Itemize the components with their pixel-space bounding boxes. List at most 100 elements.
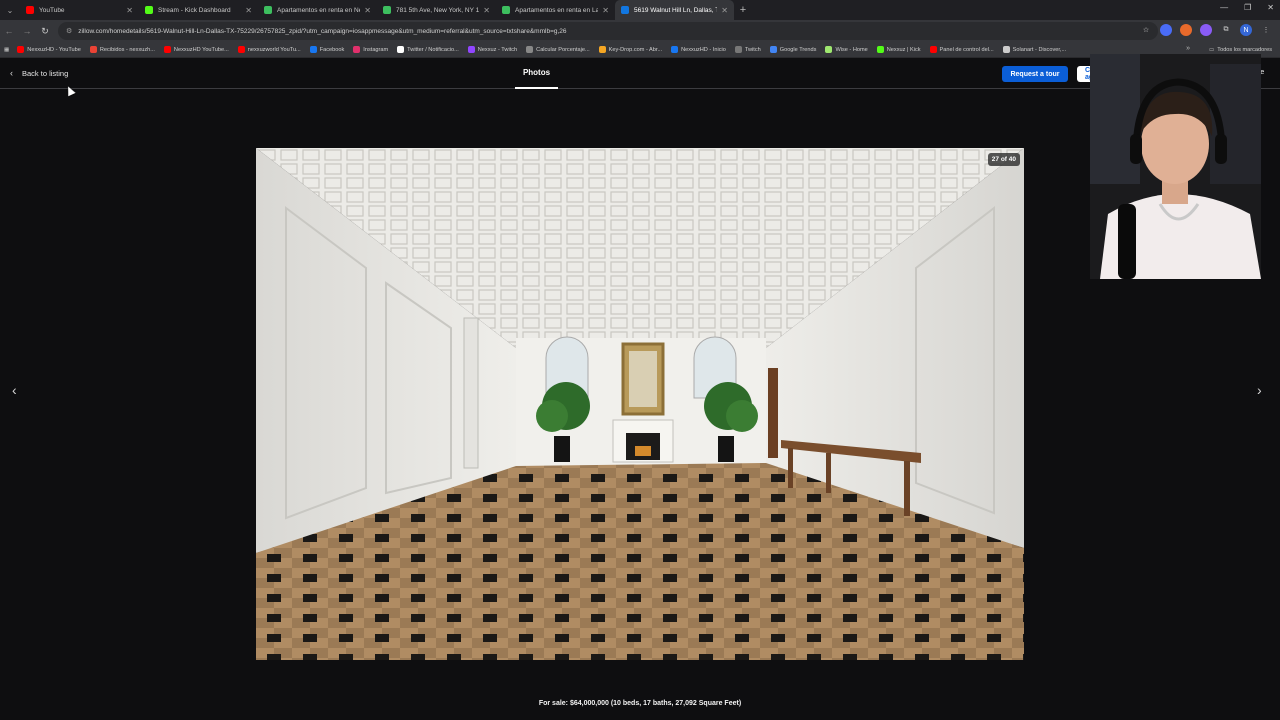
bookmark-label: NexxuzHD - YouTube <box>27 46 81 53</box>
close-tab-icon[interactable]: ✕ <box>602 6 609 15</box>
extension-icon[interactable] <box>1180 24 1192 36</box>
browser-tab[interactable]: YouTube ✕ <box>20 0 139 20</box>
more-bookmarks-icon[interactable]: » <box>1186 45 1190 52</box>
bookmark-item[interactable]: NexxuzHD - Inicio <box>671 46 726 53</box>
address-bar[interactable]: ⚙ zillow.com/homedetails/5619-Walnut-Hil… <box>58 22 1158 40</box>
bookmark-favicon-icon <box>769 46 777 53</box>
menu-icon[interactable]: ⋮ <box>1260 24 1272 36</box>
bookmark-favicon-icon <box>734 46 742 53</box>
bookmark-favicon-icon <box>876 46 884 53</box>
bookmark-item[interactable]: NexxuzHD YouTube... <box>163 46 229 53</box>
next-photo-icon[interactable]: › <box>1257 382 1262 398</box>
browser-tab[interactable]: 5619 Walnut Hill Ln, Dallas, TX ✕ <box>615 0 734 20</box>
streamer-webcam <box>1090 54 1261 279</box>
apps-icon[interactable]: ▦ <box>4 47 9 53</box>
url-text: zillow.com/homedetails/5619-Walnut-Hill-… <box>78 27 567 35</box>
close-tab-icon[interactable]: ✕ <box>483 6 490 15</box>
new-tab-icon[interactable]: + <box>734 4 752 16</box>
bookmark-favicon-icon <box>17 46 25 53</box>
bookmark-favicon-icon <box>309 46 317 53</box>
browser-tab[interactable]: 781 5th Ave, New York, NY 100 ✕ <box>377 0 496 20</box>
bookmark-item[interactable]: Google Trends <box>769 46 816 53</box>
tab-title: Apartamentos en renta en New <box>277 6 361 14</box>
tab-favicon-icon <box>26 6 34 14</box>
bookmark-item[interactable]: Panel de control del... <box>929 46 994 53</box>
tab-favicon-icon <box>502 6 510 14</box>
tab-title: Apartamentos en renta en Las <box>515 6 599 14</box>
bookmark-item[interactable]: Solanart - Discover,... <box>1002 46 1066 53</box>
previous-photo-icon[interactable]: ‹ <box>12 382 17 398</box>
reload-icon[interactable]: ↻ <box>36 26 54 37</box>
bookmark-item[interactable]: Key-Drop.com - Abr... <box>598 46 662 53</box>
bookmark-label: nexxuzworld YouTu... <box>247 46 301 53</box>
tab-favicon-icon <box>264 6 272 14</box>
tab-search-icon[interactable]: ⌄ <box>0 0 20 20</box>
bookmark-label: NexxuzHD - Inicio <box>681 46 726 53</box>
close-tab-icon[interactable]: ✕ <box>245 6 252 15</box>
bookmark-item[interactable]: Wise - Home <box>825 46 868 53</box>
tab-title: Stream - Kick Dashboard <box>158 6 231 14</box>
extension-icon[interactable] <box>1200 24 1212 36</box>
photo-caption: For sale: $64,000,000 (10 beds, 17 baths… <box>538 700 742 707</box>
bookmark-label: Recibidos - nexxuzh... <box>99 46 155 53</box>
bookmark-item[interactable]: Calcular Porcentaje... <box>526 46 590 53</box>
bookmark-item[interactable]: Instagram <box>353 46 388 53</box>
tab-photos[interactable]: Photos <box>515 58 558 89</box>
back-to-listing-link[interactable]: ‹ Back to listing <box>10 68 68 78</box>
tab-favicon-icon <box>621 6 629 14</box>
bookmark-label: Nexxuz | Kick <box>886 46 921 53</box>
room-photo-illustration <box>256 148 1024 660</box>
tab-favicon-icon <box>383 6 391 14</box>
bookmark-item[interactable]: NexxuzHD - YouTube <box>17 46 81 53</box>
bookmark-label: Twitter / Notificacio... <box>407 46 459 53</box>
browser-tab[interactable]: Apartamentos en renta en New ✕ <box>258 0 377 20</box>
site-info-icon[interactable]: ⚙ <box>66 27 72 35</box>
bookmark-item[interactable]: Twitter / Notificacio... <box>397 46 459 53</box>
tab-title: 5619 Walnut Hill Ln, Dallas, TX <box>634 6 718 14</box>
bookmark-item[interactable]: nexxuzworld YouTu... <box>237 46 301 53</box>
bookmark-list: NexxuzHD - YouTube Recibidos - nexxuzh...… <box>17 46 1075 53</box>
bookmarks-bar: ▦ NexxuzHD - YouTube Recibidos - nexxuzh.… <box>0 42 1280 58</box>
maximize-icon[interactable]: ❐ <box>1244 3 1251 12</box>
photo-counter: 27 of 40 <box>987 153 1020 166</box>
webcam-illustration <box>1090 54 1261 279</box>
bookmark-label: Facebook <box>319 46 345 53</box>
close-window-icon[interactable]: ✕ <box>1267 3 1274 12</box>
browser-tab[interactable]: Apartamentos en renta en Las ✕ <box>496 0 615 20</box>
bookmark-favicon-icon <box>671 46 679 53</box>
bookmark-favicon-icon <box>467 46 475 53</box>
bookmark-label: Wise - Home <box>835 46 868 53</box>
extensions: ☆ ⧉ N ⋮ <box>1140 24 1272 36</box>
minimize-icon[interactable]: — <box>1220 3 1228 12</box>
bookmark-item[interactable]: Nexxuz | Kick <box>876 46 921 53</box>
bookmark-star-icon[interactable]: ☆ <box>1140 24 1152 36</box>
close-tab-icon[interactable]: ✕ <box>364 6 371 15</box>
bookmark-label: Calcular Porcentaje... <box>536 46 590 53</box>
bookmark-item[interactable]: Recibidos - nexxuzh... <box>89 46 155 53</box>
listing-photo[interactable]: 27 of 40 <box>256 148 1024 660</box>
bookmark-favicon-icon <box>526 46 534 53</box>
extensions-puzzle-icon[interactable]: ⧉ <box>1220 24 1232 36</box>
profile-avatar[interactable]: N <box>1240 24 1252 36</box>
bookmark-label: Twitch <box>744 46 761 53</box>
back-icon[interactable]: ← <box>0 26 18 36</box>
browser-tab[interactable]: Stream - Kick Dashboard ✕ <box>139 0 258 20</box>
bookmark-label: Panel de control del... <box>939 46 994 53</box>
forward-icon[interactable]: → <box>18 26 36 36</box>
bookmark-item[interactable]: Twitch <box>734 46 761 53</box>
tab-title: YouTube <box>39 6 65 14</box>
bookmark-favicon-icon <box>237 46 245 53</box>
bookmark-favicon-icon <box>929 46 937 53</box>
bookmark-label: Instagram <box>363 46 389 53</box>
bookmark-item[interactable]: Nexxuz - Twitch <box>467 46 517 53</box>
close-tab-icon[interactable]: ✕ <box>721 6 728 15</box>
request-tour-button[interactable]: Request a tour <box>1002 66 1068 82</box>
bookmark-favicon-icon <box>1002 46 1010 53</box>
bookmark-favicon-icon <box>163 46 171 53</box>
extension-icon[interactable] <box>1160 24 1172 36</box>
bookmark-item[interactable]: Facebook <box>309 46 345 53</box>
tab-photos-label: Photos <box>522 68 551 77</box>
browser-toolbar: ← → ↻ ⚙ zillow.com/homedetails/5619-Waln… <box>0 20 1280 42</box>
close-tab-icon[interactable]: ✕ <box>126 6 133 15</box>
tab-favicon-icon <box>145 6 153 14</box>
